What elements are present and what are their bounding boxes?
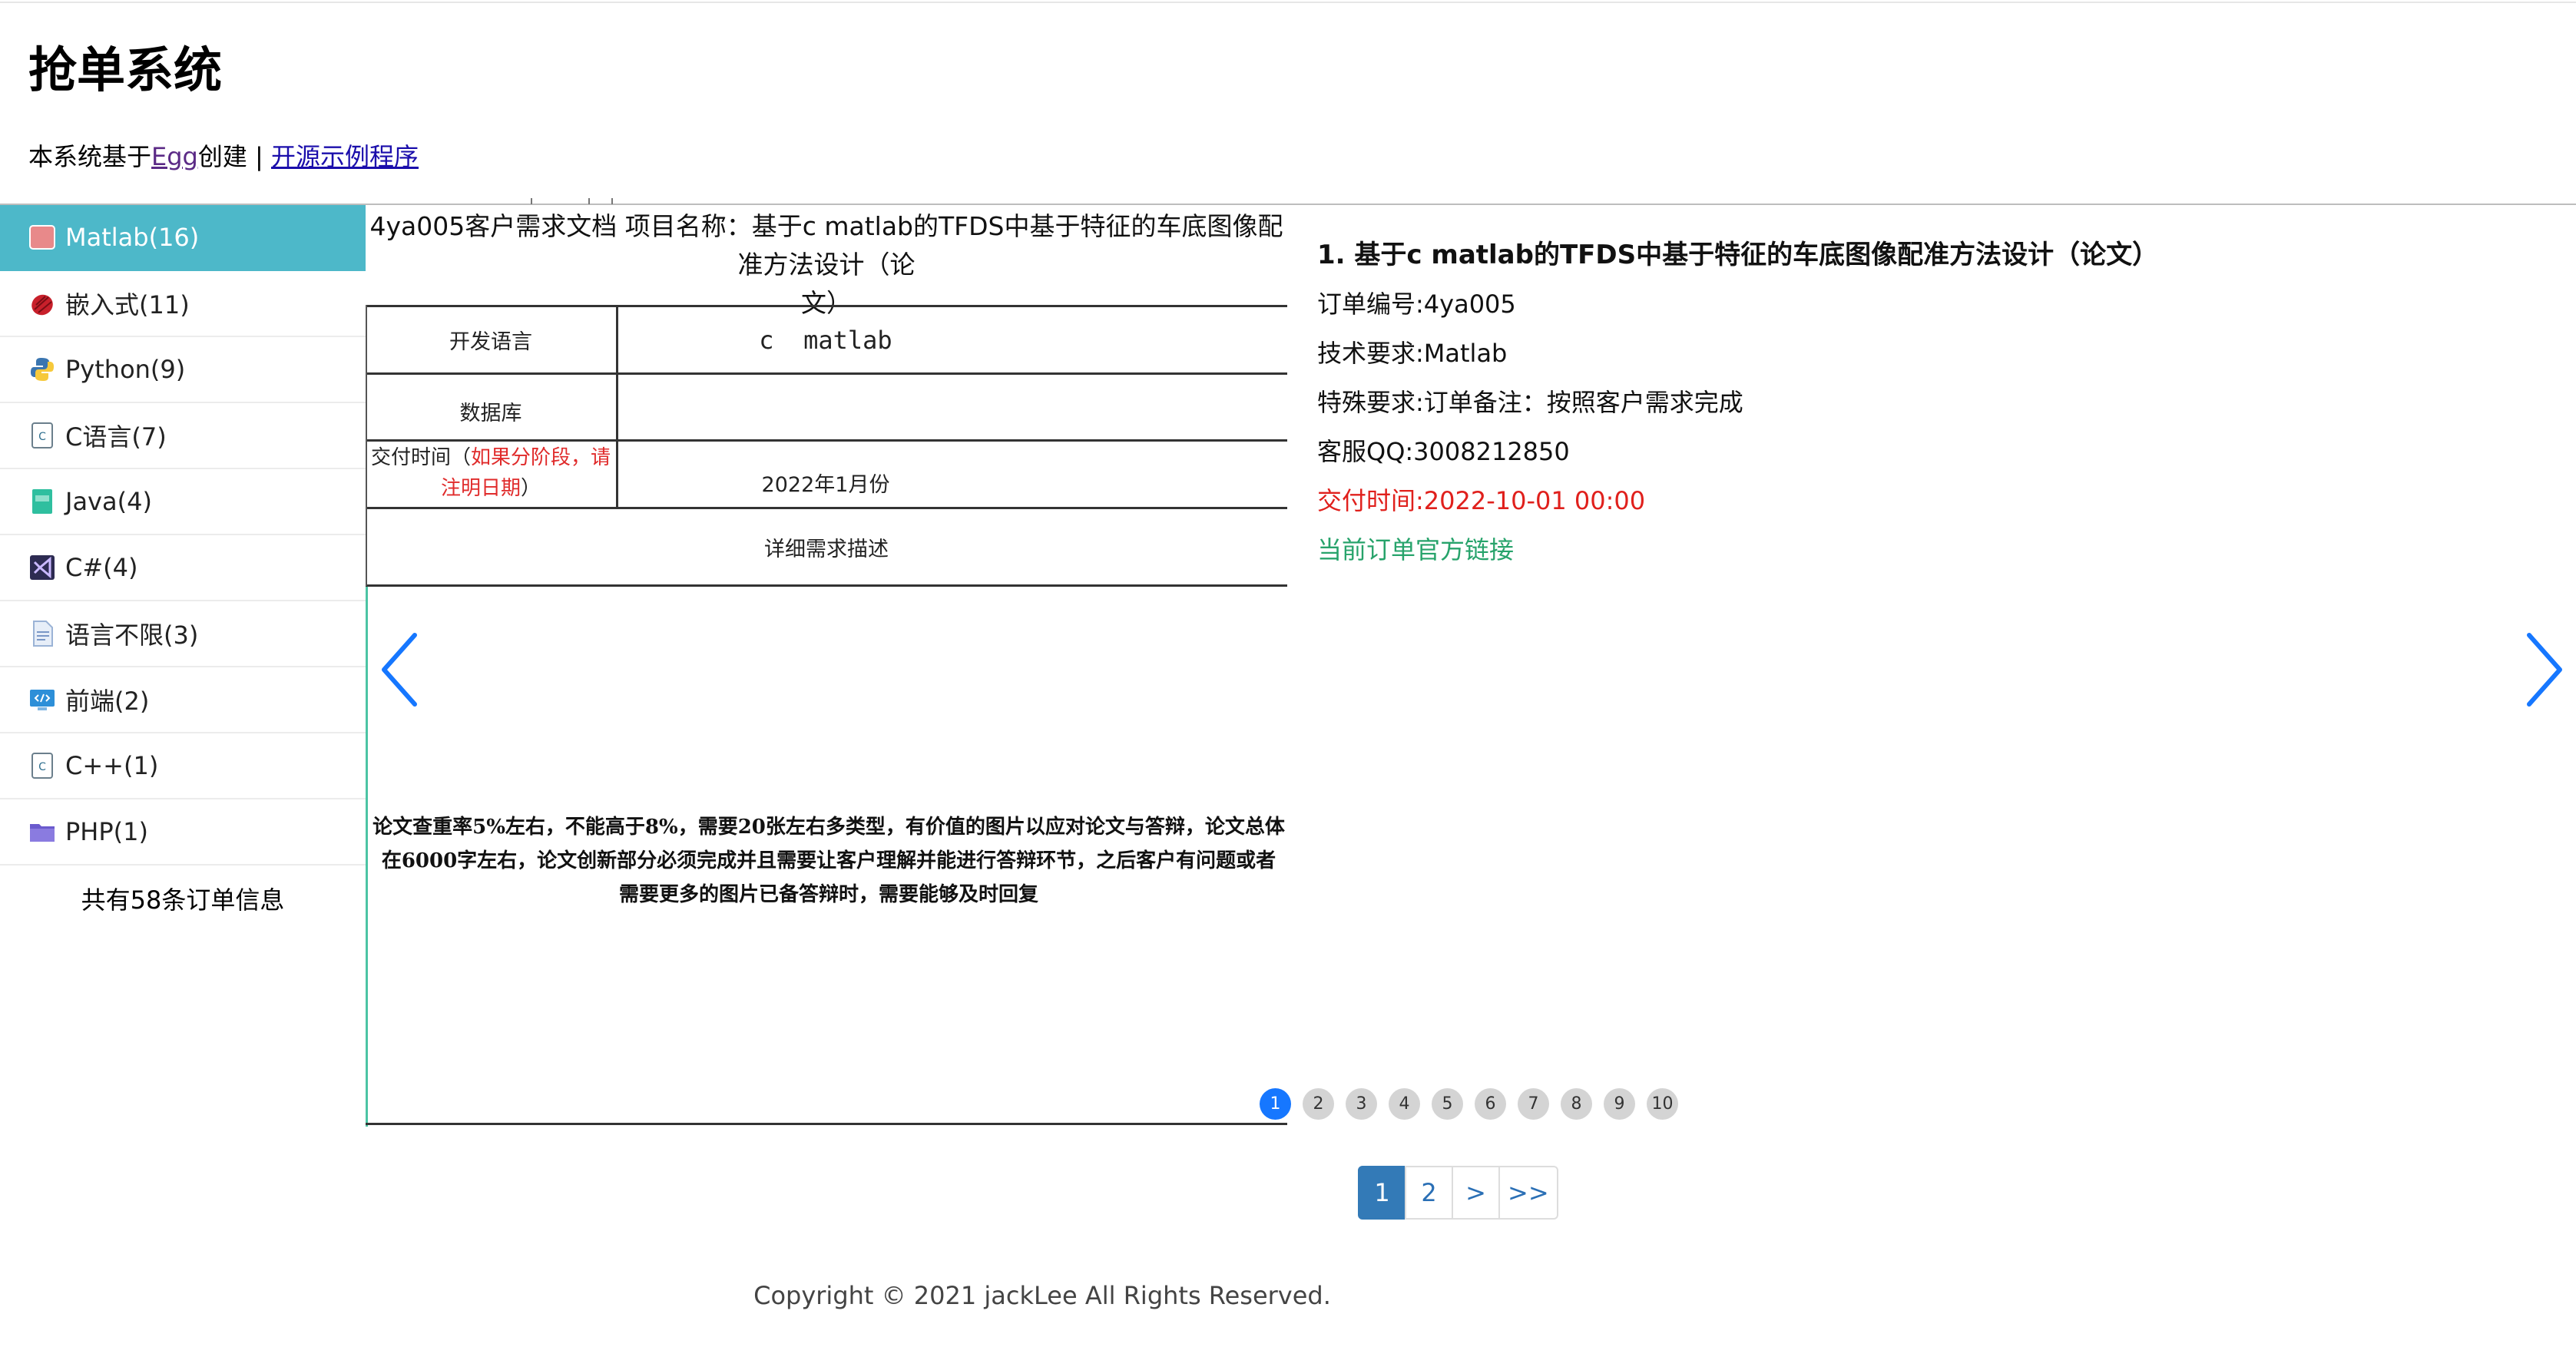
official-order-link[interactable]: 当前订单官方链接 xyxy=(1317,525,2469,574)
top-border xyxy=(0,2,2576,3)
embedded-icon xyxy=(28,290,56,317)
chevron-left-icon xyxy=(382,633,417,707)
page-2-button[interactable]: 2 xyxy=(1405,1166,1453,1220)
order-title: 1. 基于c matlab的TFDS中基于特征的车底图像配准方法设计（论文） xyxy=(1317,240,2159,270)
sidebar-item-label: C语言(7) xyxy=(65,422,167,452)
next-page-button[interactable]: > xyxy=(1452,1166,1500,1220)
visual-studio-icon xyxy=(28,554,56,581)
subtitle-prefix: 本系统基于 xyxy=(28,142,152,171)
chevron-right-icon xyxy=(2527,633,2562,707)
delivery-label-text: 交付时间（ xyxy=(370,446,471,469)
svg-text:C: C xyxy=(38,761,46,773)
detail-requirement-label: 详细需求描述 xyxy=(764,537,889,561)
sidebar-item-any-language[interactable]: 语言不限(3) xyxy=(0,601,366,667)
sidebar-item-python[interactable]: Python(9) xyxy=(0,337,366,403)
support-qq: 客服QQ:3008212850 xyxy=(1317,437,1570,466)
pagination: 1 2 > >> xyxy=(1358,1166,1558,1220)
tech-requirement: 技术要求:Matlab xyxy=(1317,339,1508,368)
delivery-value: 2022年1月份 xyxy=(761,472,890,497)
matlab-icon xyxy=(28,223,56,251)
carousel-dot[interactable]: 8 xyxy=(1561,1088,1592,1120)
order-number: 订单编号:4ya005 xyxy=(1317,290,1516,319)
page-title: 抢单系统 xyxy=(28,42,222,98)
sidebar-item-embedded[interactable]: 嵌入式(11) xyxy=(0,271,366,337)
sidebar-item-cpp[interactable]: C C++(1) xyxy=(0,733,366,799)
carousel-dot[interactable]: 2 xyxy=(1303,1088,1334,1120)
egg-link[interactable]: Egg xyxy=(151,142,198,171)
page-1-button[interactable]: 1 xyxy=(1358,1166,1406,1220)
sidebar-item-java[interactable]: Java(4) xyxy=(0,469,366,535)
sidebar-item-frontend[interactable]: 前端(2) xyxy=(0,667,366,733)
doc-top-frag xyxy=(366,198,1287,204)
doc-title: 4ya005客户需求文档 项目名称：基于c matlab的TFDS中基于特征的车… xyxy=(366,207,1287,318)
carousel-next-button[interactable] xyxy=(2515,627,2569,712)
sidebar-item-label: C#(4) xyxy=(65,553,138,582)
c-file-icon: C xyxy=(28,422,56,449)
order-detail-panel: 1. 基于c matlab的TFDS中基于特征的车底图像配准方法设计（论文） 订… xyxy=(1317,230,2469,574)
delivery-deadline: 交付时间:2022-10-01 00:00 xyxy=(1317,486,1646,515)
lang-label: 开发语言 xyxy=(449,330,532,354)
java-file-icon xyxy=(28,488,56,515)
special-requirement: 特殊要求:订单备注：按照客户需求完成 xyxy=(1317,388,1743,417)
sidebar-item-csharp[interactable]: C#(4) xyxy=(0,535,366,601)
sidebar-item-label: C++(1) xyxy=(65,751,159,780)
order-total-count: 共有58条订单信息 xyxy=(81,885,285,915)
php-folder-icon xyxy=(28,818,56,846)
sidebar-item-php[interactable]: PHP(1) xyxy=(0,799,366,866)
lang-value: c matlab xyxy=(759,325,892,355)
category-sidebar: Matlab(16) 嵌入式(11) Python(9) C C语言(7) Ja… xyxy=(0,205,366,932)
carousel-dot[interactable]: 4 xyxy=(1389,1088,1420,1120)
footer-copyright: Copyright © 2021 jackLee All Rights Rese… xyxy=(753,1281,1331,1310)
cpp-file-icon: C xyxy=(28,752,56,779)
carousel-dot[interactable]: 9 xyxy=(1604,1088,1635,1120)
requirement-description: 论文查重率5%左右，不能高于8%，需要20张左右多类型，有价值的图片以应对论文与… xyxy=(372,816,1285,906)
carousel-dot[interactable]: 5 xyxy=(1432,1088,1463,1120)
table-rule xyxy=(366,584,1287,587)
sidebar-item-label: Matlab(16) xyxy=(65,223,200,252)
delivery-label-close: ） xyxy=(521,477,541,500)
sidebar-item-matlab[interactable]: Matlab(16) xyxy=(0,205,366,271)
carousel-indicators: 1 2 3 4 5 6 7 8 9 10 xyxy=(1260,1088,1678,1120)
carousel-prev-button[interactable] xyxy=(375,627,429,712)
table-rule xyxy=(366,439,1287,442)
document-icon xyxy=(28,620,56,647)
carousel-dot[interactable]: 6 xyxy=(1475,1088,1506,1120)
sidebar-item-label: 语言不限(3) xyxy=(65,621,199,650)
carousel-dot[interactable]: 7 xyxy=(1518,1088,1549,1120)
carousel-dot[interactable]: 3 xyxy=(1346,1088,1377,1120)
sidebar-item-label: 前端(2) xyxy=(65,687,150,716)
carousel-dot[interactable]: 1 xyxy=(1260,1088,1291,1120)
doc-title-line1: 4ya005客户需求文档 项目名称：基于c matlab的TFDS中基于特征的车… xyxy=(369,211,1283,280)
db-label: 数据库 xyxy=(459,401,522,425)
code-monitor-icon xyxy=(28,686,56,713)
carousel-dot[interactable]: 10 xyxy=(1647,1088,1678,1120)
python-icon xyxy=(28,356,56,383)
delivery-label: 交付时间（如果分阶段，请注明日期） xyxy=(369,442,613,507)
slide-left-border xyxy=(366,585,368,1127)
table-rule xyxy=(366,1123,1287,1125)
sidebar-item-label: PHP(1) xyxy=(65,817,148,846)
svg-text:C: C xyxy=(38,431,46,443)
subtitle-middle: 创建 | xyxy=(197,142,271,171)
sidebar-item-label: Python(9) xyxy=(65,355,186,384)
open-source-example-link[interactable]: 开源示例程序 xyxy=(271,142,419,171)
sidebar-item-c[interactable]: C C语言(7) xyxy=(0,403,366,469)
sidebar-item-label: Java(4) xyxy=(65,487,152,516)
db-value xyxy=(618,375,1286,439)
subtitle: 本系统基于Egg创建 | 开源示例程序 xyxy=(28,140,419,174)
last-page-button[interactable]: >> xyxy=(1498,1166,1558,1220)
sidebar-item-label: 嵌入式(11) xyxy=(65,290,190,319)
